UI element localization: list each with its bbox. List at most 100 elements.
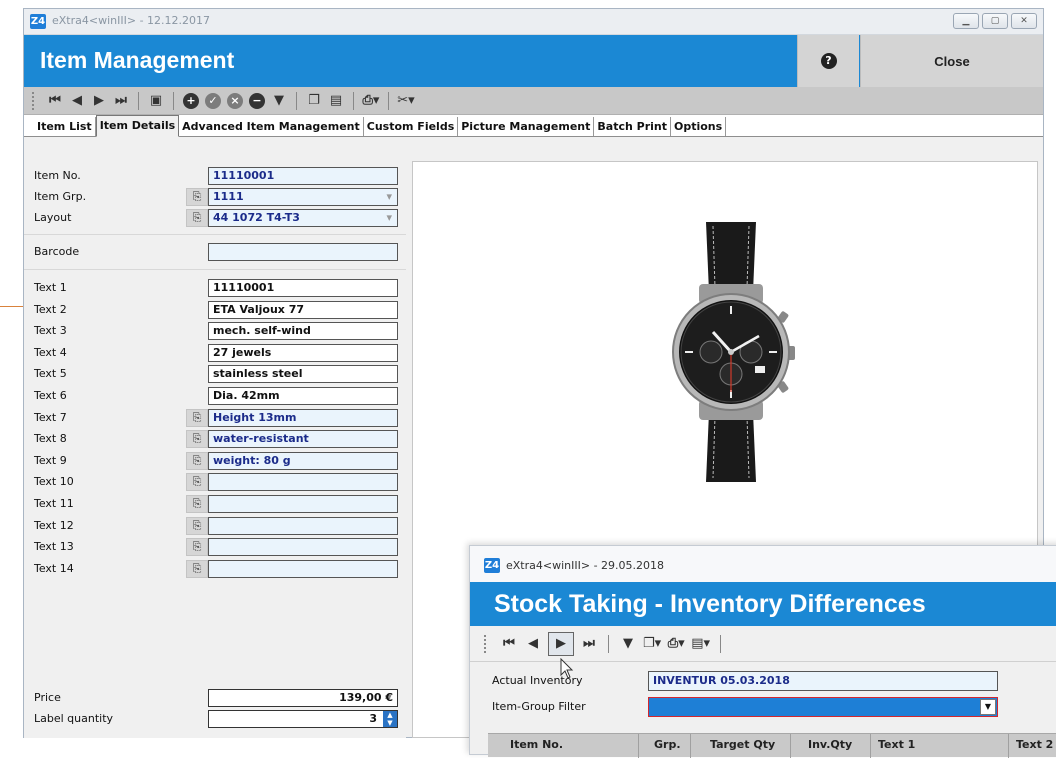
toolbar-separator [138, 91, 139, 110]
prev-icon[interactable]: ◀ [68, 91, 86, 111]
text-9-field[interactable]: weight: 80 g [208, 451, 398, 470]
export-icon[interactable]: ▤▾ [691, 634, 710, 654]
tab-picture-management[interactable]: Picture Management [458, 117, 595, 136]
header-bar: Item Management ? Close [24, 35, 1043, 87]
toolbar-separator [353, 91, 354, 110]
lookup-icon[interactable]: ⎘ [186, 473, 208, 492]
tab-item-details[interactable]: Item Details [95, 115, 180, 137]
item-grp-label: Item Grp. [34, 190, 87, 203]
label-quantity-value: 3 [369, 712, 377, 725]
lookup-icon[interactable]: ⎘ [186, 408, 208, 427]
copy-icon[interactable]: ❐▾ [643, 634, 661, 654]
text-14-row: Text 14 ⎘ [34, 559, 399, 578]
tab-item-list[interactable]: Item List [34, 117, 96, 136]
text-2-field[interactable]: ETA Valjoux 77 [208, 300, 398, 319]
text-10-field[interactable] [208, 473, 398, 492]
text-11-field[interactable] [208, 495, 398, 513]
print-icon[interactable]: ⎙▾ [667, 634, 685, 654]
text-13-row: Text 13 ⎘ [34, 538, 399, 557]
print-icon[interactable]: ⎙▾ [362, 91, 380, 111]
last-icon[interactable]: ⏭ [112, 91, 130, 111]
barcode-row: Barcode [34, 243, 399, 261]
add-icon[interactable]: + [182, 91, 200, 111]
close-button[interactable]: Close [860, 35, 1043, 87]
text-1-row: Text 1 11110001 [34, 279, 399, 297]
page-title: Item Management [40, 47, 235, 73]
text-13-field[interactable] [208, 538, 398, 557]
item-grp-select[interactable]: 1111 [208, 188, 398, 206]
text-3-field[interactable]: mech. self-wind [208, 322, 398, 341]
actual-inventory-field[interactable]: INVENTUR 05.03.2018 [648, 671, 998, 691]
lookup-icon[interactable]: ⎘ [186, 516, 208, 535]
text-1-field[interactable]: 11110001 [208, 279, 398, 297]
first-icon[interactable]: ⏮ [46, 91, 64, 111]
copy-icon[interactable]: ❐ [305, 91, 323, 111]
text-5-field[interactable]: stainless steel [208, 365, 398, 384]
last-icon[interactable]: ⏭ [580, 634, 598, 654]
price-field[interactable]: 139,00 € [208, 689, 398, 707]
next-icon[interactable]: ▶ [548, 631, 574, 656]
first-icon[interactable]: ⏮ [500, 634, 518, 654]
text-14-field[interactable] [208, 559, 398, 578]
lookup-icon[interactable]: ⎘ [186, 538, 208, 557]
app-logo-icon: Z4 [30, 14, 46, 29]
main-toolbar: ⏮ ◀ ▶ ⏭ ▣ + ✓ × − ▼ ❐ ▤ ⎙▾ ✂▾ [24, 87, 1043, 115]
item-grp-row: Item Grp. ⎘ 1111 [34, 188, 399, 206]
text-12-field[interactable] [208, 516, 398, 535]
text-5-row: Text 5 stainless steel [34, 365, 399, 384]
maximize-icon[interactable]: ▢ [982, 13, 1008, 29]
tab-custom-fields[interactable]: Custom Fields [364, 117, 459, 136]
lookup-icon[interactable]: ⎘ [186, 451, 208, 470]
window-titlebar: Z4 eXtra4<winIII> - 29.05.2018 [470, 546, 1056, 582]
text-11-label: Text 11 [34, 497, 74, 510]
layout-select[interactable]: 44 1072 T4-T3 [208, 209, 398, 227]
paste-icon[interactable]: ▤ [327, 91, 345, 111]
layout-label: Layout [34, 211, 72, 224]
lookup-icon[interactable]: ⎘ [186, 209, 208, 227]
close-window-icon[interactable]: ✕ [1011, 13, 1037, 29]
remove-icon[interactable]: − [248, 91, 266, 111]
tab-batch-print[interactable]: Batch Print [594, 117, 671, 136]
lookup-icon[interactable]: ⎘ [186, 559, 208, 578]
item-no-field[interactable]: 11110001 [208, 167, 398, 185]
filter-icon[interactable]: ▼ [270, 91, 288, 111]
spinner-icon[interactable]: ▲ ▼ [383, 711, 397, 727]
toolbar-separator [173, 91, 174, 110]
window-controls: ▁ ▢ ✕ [953, 13, 1037, 29]
column-separator [790, 734, 791, 758]
help-button[interactable]: ? [797, 35, 859, 87]
divider [24, 234, 406, 235]
window-title: eXtra4<winIII> - 29.05.2018 [506, 559, 665, 572]
next-icon[interactable]: ▶ [90, 91, 108, 111]
chevron-down-icon[interactable]: ▼ [980, 699, 996, 715]
record-icon[interactable]: ▣ [147, 91, 165, 111]
text-6-field[interactable]: Dia. 42mm [208, 387, 398, 405]
text-12-label: Text 12 [34, 518, 74, 532]
text-4-row: Text 4 27 jewels [34, 343, 399, 362]
item-group-filter-select[interactable]: ▼ [648, 697, 998, 717]
text-4-label: Text 4 [34, 345, 67, 359]
lookup-icon[interactable]: ⎘ [186, 188, 208, 206]
column-separator [870, 734, 871, 758]
app-logo-icon: Z4 [484, 558, 500, 573]
label-quantity-stepper[interactable]: 3 ▲ ▼ [208, 710, 398, 728]
filter-icon[interactable]: ▼ [619, 634, 637, 654]
watch-image [672, 222, 795, 482]
lookup-icon[interactable]: ⎘ [186, 430, 208, 449]
lookup-icon[interactable]: ⎘ [186, 495, 208, 513]
tab-advanced-item-management[interactable]: Advanced Item Management [179, 117, 364, 136]
cancel-icon[interactable]: × [226, 91, 244, 111]
label-quantity-row: Label quantity 3 ▲ ▼ [34, 710, 399, 728]
divider [24, 269, 406, 270]
text-4-field[interactable]: 27 jewels [208, 343, 398, 362]
tools-icon[interactable]: ✂▾ [397, 91, 415, 111]
barcode-field[interactable] [208, 243, 398, 261]
tab-options[interactable]: Options [671, 117, 727, 136]
minimize-icon[interactable]: ▁ [953, 13, 979, 29]
column-separator [638, 734, 639, 758]
text-7-field[interactable]: Height 13mm [208, 408, 398, 427]
confirm-icon[interactable]: ✓ [204, 91, 222, 111]
text-6-label: Text 6 [34, 389, 67, 402]
prev-icon[interactable]: ◀ [524, 634, 542, 654]
text-8-field[interactable]: water-resistant [208, 430, 398, 449]
